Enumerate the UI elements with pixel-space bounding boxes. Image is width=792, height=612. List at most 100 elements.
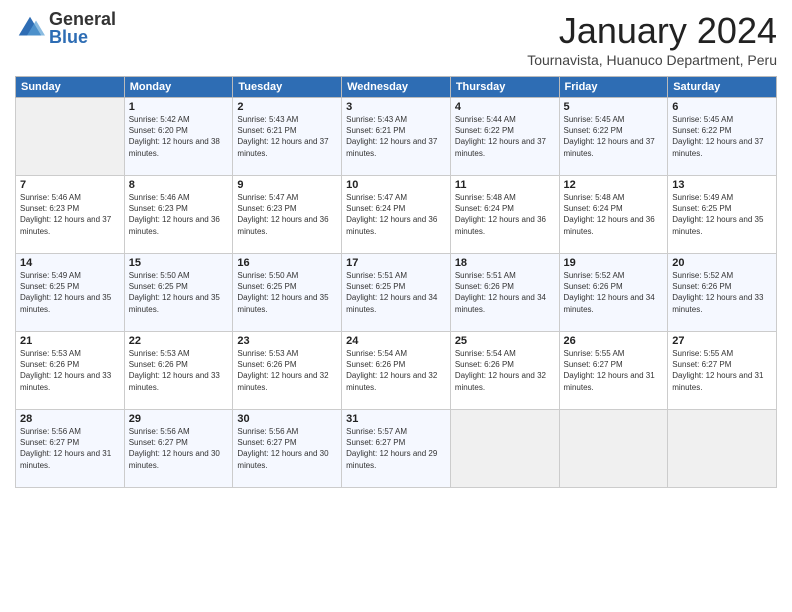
- day-info: Sunrise: 5:50 AM Sunset: 6:25 PM Dayligh…: [129, 270, 229, 315]
- location-subtitle: Tournavista, Huanuco Department, Peru: [527, 52, 777, 68]
- table-row: 3 Sunrise: 5:43 AM Sunset: 6:21 PM Dayli…: [342, 98, 451, 176]
- day-number: 14: [20, 257, 120, 269]
- table-row: 17 Sunrise: 5:51 AM Sunset: 6:25 PM Dayl…: [342, 254, 451, 332]
- day-info: Sunrise: 5:45 AM Sunset: 6:22 PM Dayligh…: [672, 114, 772, 159]
- day-info: Sunrise: 5:52 AM Sunset: 6:26 PM Dayligh…: [672, 270, 772, 315]
- col-monday: Monday: [124, 77, 233, 98]
- calendar-week-row: 14 Sunrise: 5:49 AM Sunset: 6:25 PM Dayl…: [16, 254, 777, 332]
- logo-icon: [15, 13, 45, 43]
- table-row: 31 Sunrise: 5:57 AM Sunset: 6:27 PM Dayl…: [342, 410, 451, 488]
- day-info: Sunrise: 5:47 AM Sunset: 6:23 PM Dayligh…: [237, 192, 337, 237]
- table-row: 8 Sunrise: 5:46 AM Sunset: 6:23 PM Dayli…: [124, 176, 233, 254]
- logo: General Blue: [15, 10, 116, 46]
- table-row: 12 Sunrise: 5:48 AM Sunset: 6:24 PM Dayl…: [559, 176, 668, 254]
- table-row: 25 Sunrise: 5:54 AM Sunset: 6:26 PM Dayl…: [450, 332, 559, 410]
- table-row: 9 Sunrise: 5:47 AM Sunset: 6:23 PM Dayli…: [233, 176, 342, 254]
- day-number: 4: [455, 101, 555, 113]
- table-row: 27 Sunrise: 5:55 AM Sunset: 6:27 PM Dayl…: [668, 332, 777, 410]
- page: General Blue January 2024 Tournavista, H…: [0, 0, 792, 612]
- table-row: 7 Sunrise: 5:46 AM Sunset: 6:23 PM Dayli…: [16, 176, 125, 254]
- day-number: 6: [672, 101, 772, 113]
- day-number: 23: [237, 335, 337, 347]
- table-row: [16, 98, 125, 176]
- day-info: Sunrise: 5:56 AM Sunset: 6:27 PM Dayligh…: [129, 426, 229, 471]
- table-row: [450, 410, 559, 488]
- day-info: Sunrise: 5:53 AM Sunset: 6:26 PM Dayligh…: [129, 348, 229, 393]
- day-number: 19: [564, 257, 664, 269]
- table-row: [668, 410, 777, 488]
- day-number: 9: [237, 179, 337, 191]
- day-number: 20: [672, 257, 772, 269]
- col-thursday: Thursday: [450, 77, 559, 98]
- day-info: Sunrise: 5:55 AM Sunset: 6:27 PM Dayligh…: [672, 348, 772, 393]
- day-number: 21: [20, 335, 120, 347]
- day-number: 5: [564, 101, 664, 113]
- table-row: 1 Sunrise: 5:42 AM Sunset: 6:20 PM Dayli…: [124, 98, 233, 176]
- table-row: 29 Sunrise: 5:56 AM Sunset: 6:27 PM Dayl…: [124, 410, 233, 488]
- table-row: 24 Sunrise: 5:54 AM Sunset: 6:26 PM Dayl…: [342, 332, 451, 410]
- calendar-header-row: Sunday Monday Tuesday Wednesday Thursday…: [16, 77, 777, 98]
- day-info: Sunrise: 5:45 AM Sunset: 6:22 PM Dayligh…: [564, 114, 664, 159]
- calendar-week-row: 28 Sunrise: 5:56 AM Sunset: 6:27 PM Dayl…: [16, 410, 777, 488]
- day-info: Sunrise: 5:52 AM Sunset: 6:26 PM Dayligh…: [564, 270, 664, 315]
- day-info: Sunrise: 5:48 AM Sunset: 6:24 PM Dayligh…: [455, 192, 555, 237]
- table-row: 16 Sunrise: 5:50 AM Sunset: 6:25 PM Dayl…: [233, 254, 342, 332]
- day-info: Sunrise: 5:42 AM Sunset: 6:20 PM Dayligh…: [129, 114, 229, 159]
- day-number: 22: [129, 335, 229, 347]
- day-number: 10: [346, 179, 446, 191]
- day-info: Sunrise: 5:54 AM Sunset: 6:26 PM Dayligh…: [346, 348, 446, 393]
- day-info: Sunrise: 5:55 AM Sunset: 6:27 PM Dayligh…: [564, 348, 664, 393]
- title-block: January 2024 Tournavista, Huanuco Depart…: [527, 10, 777, 68]
- day-number: 25: [455, 335, 555, 347]
- day-info: Sunrise: 5:46 AM Sunset: 6:23 PM Dayligh…: [129, 192, 229, 237]
- logo-blue-text: Blue: [49, 28, 116, 46]
- day-number: 15: [129, 257, 229, 269]
- day-number: 28: [20, 413, 120, 425]
- day-number: 12: [564, 179, 664, 191]
- day-number: 24: [346, 335, 446, 347]
- table-row: 10 Sunrise: 5:47 AM Sunset: 6:24 PM Dayl…: [342, 176, 451, 254]
- day-number: 27: [672, 335, 772, 347]
- day-info: Sunrise: 5:51 AM Sunset: 6:25 PM Dayligh…: [346, 270, 446, 315]
- day-number: 2: [237, 101, 337, 113]
- day-info: Sunrise: 5:49 AM Sunset: 6:25 PM Dayligh…: [672, 192, 772, 237]
- month-title: January 2024: [527, 10, 777, 52]
- day-info: Sunrise: 5:51 AM Sunset: 6:26 PM Dayligh…: [455, 270, 555, 315]
- day-number: 8: [129, 179, 229, 191]
- table-row: 11 Sunrise: 5:48 AM Sunset: 6:24 PM Dayl…: [450, 176, 559, 254]
- header: General Blue January 2024 Tournavista, H…: [15, 10, 777, 68]
- table-row: 26 Sunrise: 5:55 AM Sunset: 6:27 PM Dayl…: [559, 332, 668, 410]
- table-row: 6 Sunrise: 5:45 AM Sunset: 6:22 PM Dayli…: [668, 98, 777, 176]
- col-saturday: Saturday: [668, 77, 777, 98]
- day-number: 13: [672, 179, 772, 191]
- day-number: 18: [455, 257, 555, 269]
- day-number: 7: [20, 179, 120, 191]
- table-row: 21 Sunrise: 5:53 AM Sunset: 6:26 PM Dayl…: [16, 332, 125, 410]
- day-info: Sunrise: 5:43 AM Sunset: 6:21 PM Dayligh…: [346, 114, 446, 159]
- table-row: 23 Sunrise: 5:53 AM Sunset: 6:26 PM Dayl…: [233, 332, 342, 410]
- day-info: Sunrise: 5:56 AM Sunset: 6:27 PM Dayligh…: [20, 426, 120, 471]
- day-info: Sunrise: 5:46 AM Sunset: 6:23 PM Dayligh…: [20, 192, 120, 237]
- calendar-table: Sunday Monday Tuesday Wednesday Thursday…: [15, 76, 777, 488]
- day-number: 16: [237, 257, 337, 269]
- calendar-week-row: 1 Sunrise: 5:42 AM Sunset: 6:20 PM Dayli…: [16, 98, 777, 176]
- table-row: [559, 410, 668, 488]
- table-row: 18 Sunrise: 5:51 AM Sunset: 6:26 PM Dayl…: [450, 254, 559, 332]
- calendar-week-row: 21 Sunrise: 5:53 AM Sunset: 6:26 PM Dayl…: [16, 332, 777, 410]
- day-number: 1: [129, 101, 229, 113]
- table-row: 5 Sunrise: 5:45 AM Sunset: 6:22 PM Dayli…: [559, 98, 668, 176]
- logo-general-text: General: [49, 10, 116, 28]
- day-info: Sunrise: 5:49 AM Sunset: 6:25 PM Dayligh…: [20, 270, 120, 315]
- col-tuesday: Tuesday: [233, 77, 342, 98]
- logo-text: General Blue: [49, 10, 116, 46]
- day-info: Sunrise: 5:48 AM Sunset: 6:24 PM Dayligh…: [564, 192, 664, 237]
- day-number: 30: [237, 413, 337, 425]
- day-info: Sunrise: 5:43 AM Sunset: 6:21 PM Dayligh…: [237, 114, 337, 159]
- table-row: 20 Sunrise: 5:52 AM Sunset: 6:26 PM Dayl…: [668, 254, 777, 332]
- col-friday: Friday: [559, 77, 668, 98]
- table-row: 13 Sunrise: 5:49 AM Sunset: 6:25 PM Dayl…: [668, 176, 777, 254]
- day-info: Sunrise: 5:56 AM Sunset: 6:27 PM Dayligh…: [237, 426, 337, 471]
- day-number: 11: [455, 179, 555, 191]
- day-number: 17: [346, 257, 446, 269]
- day-info: Sunrise: 5:50 AM Sunset: 6:25 PM Dayligh…: [237, 270, 337, 315]
